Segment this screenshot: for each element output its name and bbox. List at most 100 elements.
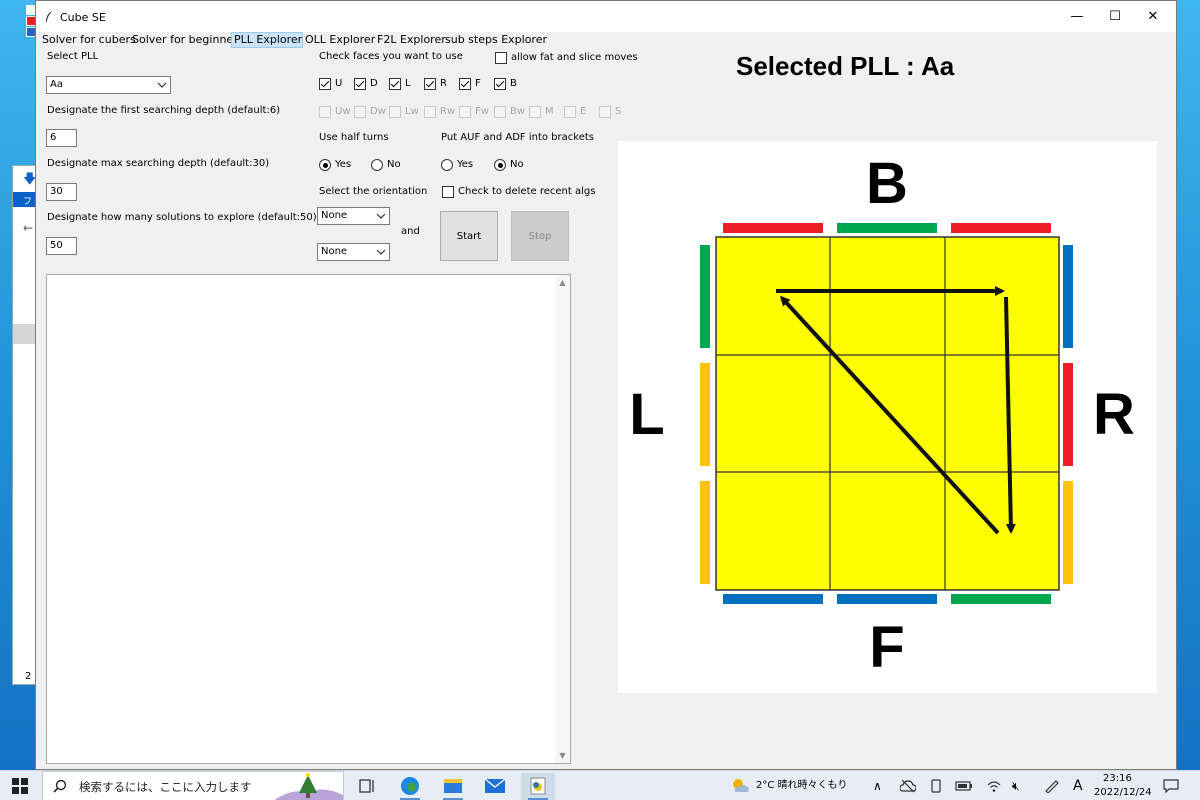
orientation-and-label: and	[401, 226, 420, 237]
face-rw-checkbox[interactable]	[424, 106, 436, 118]
sticker-bottom-1	[723, 594, 823, 604]
first-depth-label: Designate the first searching depth (def…	[47, 105, 281, 116]
battery-icon[interactable]	[955, 780, 973, 792]
face-d-checkbox[interactable]	[354, 78, 366, 90]
christmas-tree-icon	[274, 773, 343, 800]
file-explorer-icon[interactable]	[436, 773, 470, 800]
sticker-top-2	[837, 223, 937, 233]
results-scrollbar[interactable]: ▲ ▼	[555, 275, 570, 763]
selected-pll-title: Selected PLL : Aa	[736, 51, 955, 81]
face-f-label: F	[475, 78, 481, 89]
face-fw-label: Fw	[475, 106, 489, 117]
pll-select[interactable]: Aa	[46, 76, 171, 94]
face-bw-checkbox[interactable]	[494, 106, 506, 118]
notification-icon[interactable]	[1163, 778, 1179, 794]
face-l-checkbox[interactable]	[389, 78, 401, 90]
menu-f2l-explorer[interactable]: F2L Explorer	[377, 32, 446, 48]
edge-browser-icon[interactable]	[393, 773, 427, 800]
chevron-down-icon	[376, 249, 386, 255]
brackets-no-label: No	[510, 159, 524, 170]
half-turns-yes-radio[interactable]	[319, 159, 331, 171]
face-bw-label: Bw	[510, 106, 526, 117]
label-f: F	[869, 615, 904, 680]
scroll-up-icon[interactable]: ▲	[555, 278, 570, 287]
face-r-checkbox[interactable]	[424, 78, 436, 90]
max-depth-input[interactable]: 30	[46, 183, 77, 201]
face-f-checkbox[interactable]	[459, 78, 471, 90]
stop-button[interactable]: Stop	[511, 211, 569, 261]
weather-text[interactable]: 2°C 晴れ時々くもり	[756, 771, 848, 800]
orientation-select-1-value: None	[321, 210, 348, 221]
start-button[interactable]: Start	[440, 211, 498, 261]
scroll-down-icon[interactable]: ▼	[555, 751, 570, 760]
menu-oll-explorer[interactable]: OLL Explorer	[305, 32, 375, 48]
menu-pll-explorer[interactable]: PLL Explorer	[231, 32, 304, 48]
feather-icon	[46, 11, 52, 22]
sticker-left-1	[700, 245, 710, 348]
back-arrow-icon: ←	[23, 221, 34, 235]
face-uw-label: Uw	[335, 106, 351, 117]
chevron-down-icon	[157, 82, 167, 88]
mail-icon[interactable]	[478, 773, 512, 800]
solutions-label: Designate how many solutions to explore …	[47, 212, 317, 223]
pen-icon[interactable]	[1044, 779, 1060, 793]
pll-diagram: B L R F	[618, 141, 1157, 693]
face-u-checkbox[interactable]	[319, 78, 331, 90]
orientation-label: Select the orientation	[319, 186, 428, 197]
close-button[interactable]: ✕	[1130, 1, 1176, 32]
solutions-input[interactable]: 50	[46, 237, 77, 255]
taskbar-search[interactable]: 検索するには、ここに入力します	[42, 771, 344, 800]
face-fw-checkbox[interactable]	[459, 106, 471, 118]
fat-slice-checkbox[interactable]	[495, 52, 507, 64]
volume-muted-icon[interactable]: 🔇︎	[1012, 771, 1020, 800]
python-app-icon[interactable]	[521, 773, 555, 800]
half-turns-yes-label: Yes	[335, 159, 352, 170]
first-depth-input[interactable]: 6	[46, 129, 77, 147]
orientation-select-2[interactable]: None	[317, 243, 390, 261]
face-s-label: S	[615, 106, 622, 117]
face-lw-checkbox[interactable]	[389, 106, 401, 118]
face-dw-checkbox[interactable]	[354, 106, 366, 118]
half-turns-no-radio[interactable]	[371, 159, 383, 171]
face-d-label: D	[370, 78, 378, 89]
delete-recent-label: Check to delete recent algs	[458, 186, 596, 197]
face-b-label: B	[510, 78, 517, 89]
clock-date[interactable]: 2022/12/24	[1094, 778, 1152, 800]
sticker-left-2	[700, 363, 710, 466]
windows-start-icon[interactable]	[12, 778, 28, 794]
orientation-select-1[interactable]: None	[317, 207, 390, 225]
face-m-label: M	[545, 106, 554, 117]
task-view-icon[interactable]	[350, 773, 384, 800]
phone-link-icon[interactable]	[929, 779, 943, 793]
pll-select-value: Aa	[50, 79, 63, 90]
search-icon	[53, 779, 67, 793]
sticker-bottom-3	[951, 594, 1051, 604]
wifi-icon[interactable]	[986, 779, 1002, 793]
brackets-yes-radio[interactable]	[441, 159, 453, 171]
chevron-down-icon	[376, 213, 386, 219]
brackets-no-radio[interactable]	[494, 159, 506, 171]
chevron-up-icon[interactable]: ∧	[873, 771, 882, 800]
weather-icon[interactable]	[730, 777, 750, 795]
face-b-checkbox[interactable]	[494, 78, 506, 90]
sticker-bottom-2	[837, 594, 937, 604]
sticker-left-3	[700, 481, 710, 584]
menu-solver-for-beginners[interactable]: Solver for beginners	[132, 32, 243, 48]
ime-indicator[interactable]: A	[1073, 771, 1083, 800]
cloud-sync-icon[interactable]	[900, 779, 916, 793]
title-bar[interactable]: Cube SE — ☐ ✕	[36, 1, 1176, 32]
half-turns-label: Use half turns	[319, 132, 389, 143]
label-r: R	[1093, 382, 1135, 447]
face-s-checkbox[interactable]	[599, 106, 611, 118]
face-m-checkbox[interactable]	[529, 106, 541, 118]
face-uw-checkbox[interactable]	[319, 106, 331, 118]
select-pll-label: Select PLL	[47, 51, 99, 62]
face-e-checkbox[interactable]	[564, 106, 576, 118]
brackets-yes-label: Yes	[457, 159, 474, 170]
face-e-label: E	[580, 106, 587, 117]
menu-solver-for-cubers[interactable]: Solver for cubers	[42, 32, 136, 48]
pll-diagram-svg: B L R F	[629, 151, 1135, 680]
menu-sub-steps-explorer[interactable]: sub steps Explorer	[445, 32, 547, 48]
results-textbox[interactable]: ▲ ▼	[46, 274, 571, 764]
delete-recent-checkbox[interactable]	[442, 186, 454, 198]
